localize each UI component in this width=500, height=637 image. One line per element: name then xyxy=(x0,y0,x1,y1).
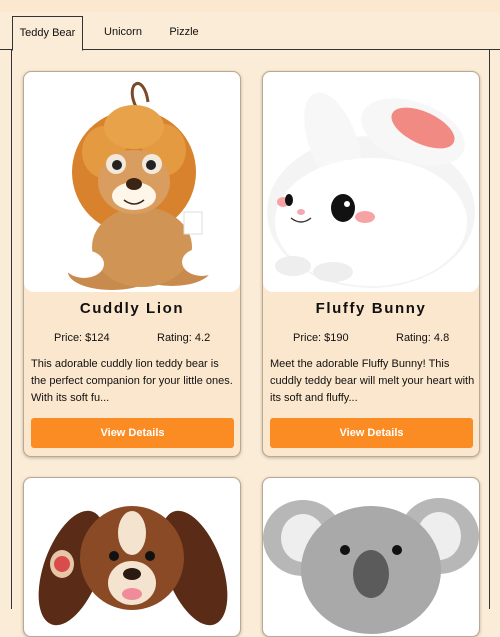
puppy-plush-icon xyxy=(38,506,228,626)
tab-bar: Teddy Bear Unicorn Pizzle xyxy=(0,12,500,51)
product-image xyxy=(24,478,240,636)
product-image xyxy=(24,72,240,292)
tab-teddy-bear[interactable]: Teddy Bear xyxy=(12,16,83,51)
product-rating: Rating: 4.8 xyxy=(396,332,450,344)
product-card: Cuddly Lion Price: $124 Rating: 4.2 This… xyxy=(23,71,241,457)
view-details-button[interactable]: View Details xyxy=(31,418,234,448)
tab-panel: Cuddly Lion Price: $124 Rating: 4.2 This… xyxy=(11,49,490,637)
lion-plush-icon xyxy=(64,82,222,290)
tab-unicorn[interactable]: Unicorn xyxy=(95,16,151,50)
product-image xyxy=(263,478,479,636)
product-description: Meet the adorable Fluffy Bunny! This cud… xyxy=(270,358,475,404)
top-strip xyxy=(0,0,500,12)
product-card: Fluffy Bunny Price: $190 Rating: 4.8 Mee… xyxy=(262,71,480,457)
product-price: Price: $124 xyxy=(54,332,110,344)
product-name: Fluffy Bunny xyxy=(315,300,427,317)
product-rating: Rating: 4.2 xyxy=(157,332,211,344)
bunny-plush-icon xyxy=(267,92,475,288)
product-image xyxy=(263,72,479,292)
product-card xyxy=(262,477,480,637)
tab-pizzle[interactable]: Pizzle xyxy=(160,16,208,50)
product-card xyxy=(23,477,241,637)
koala-plush-icon xyxy=(263,498,479,634)
product-name: Cuddly Lion xyxy=(79,300,185,317)
product-price: Price: $190 xyxy=(293,332,349,344)
product-description: This adorable cuddly lion teddy bear is … xyxy=(31,358,233,404)
view-details-button[interactable]: View Details xyxy=(270,418,473,448)
